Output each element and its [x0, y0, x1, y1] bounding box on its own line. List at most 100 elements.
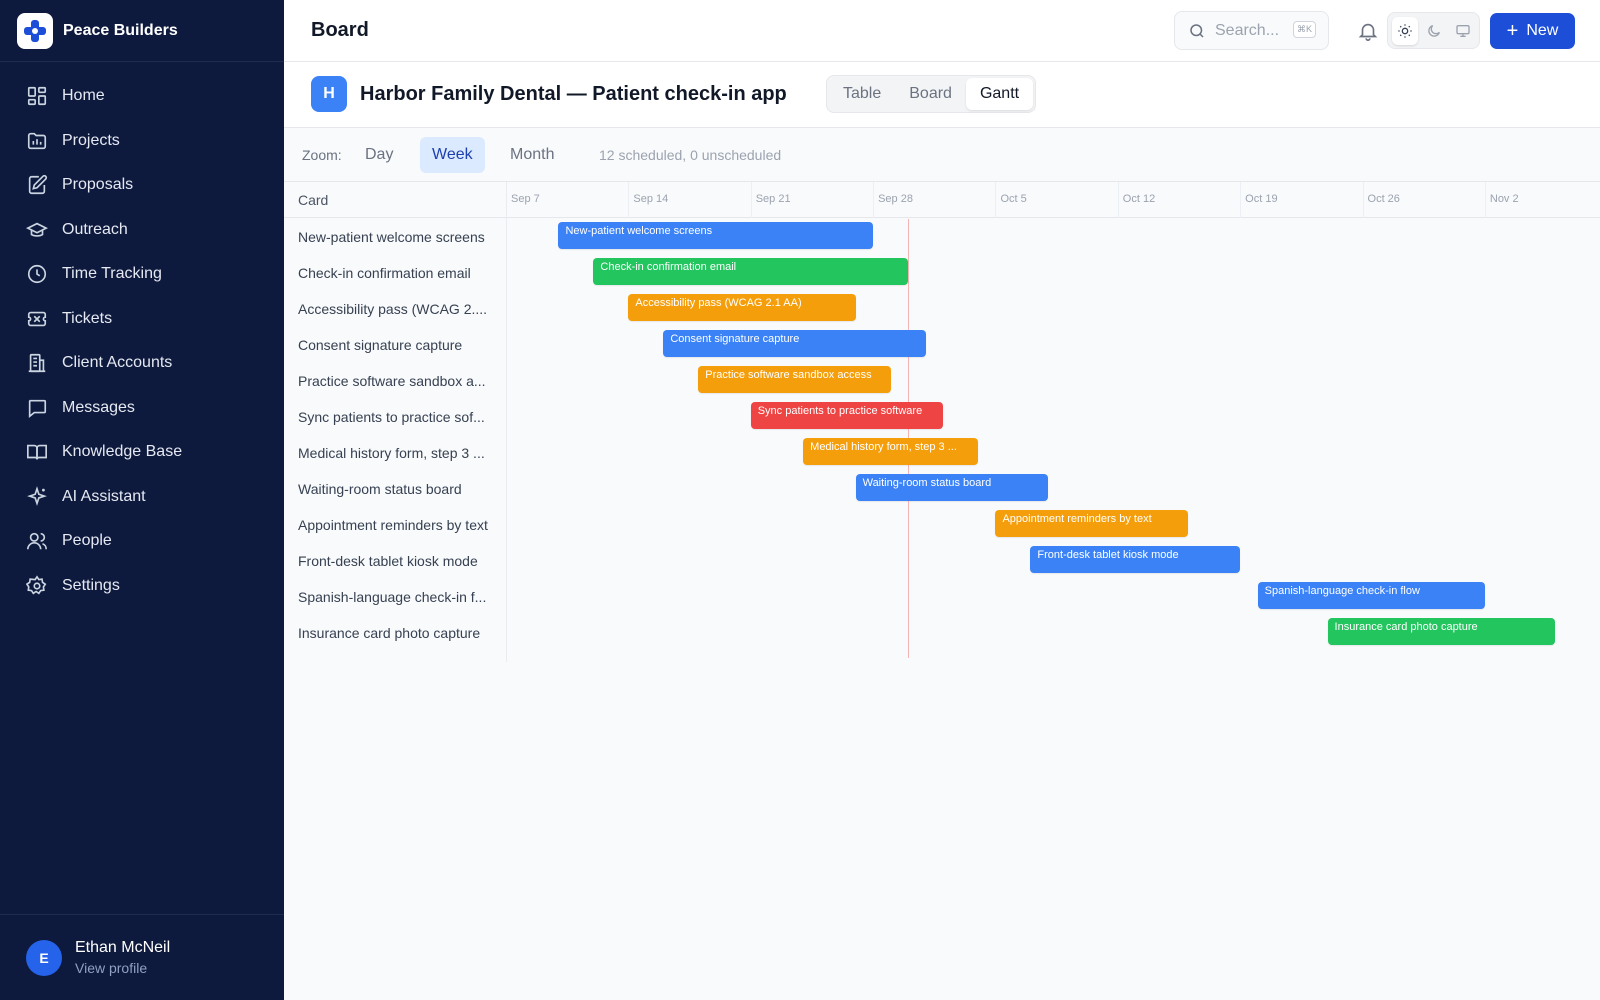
- sidebar-item-tickets[interactable]: Tickets: [0, 297, 284, 342]
- gantt-bar[interactable]: Spanish-language check-in flow: [1257, 582, 1485, 609]
- tab-board[interactable]: Board: [895, 78, 966, 110]
- view-profile-link[interactable]: View profile: [75, 960, 170, 976]
- sidebar-item-label: Tickets: [62, 309, 113, 327]
- schedule-status: 12 scheduled, 0 unscheduled: [599, 147, 782, 163]
- week-gridline: [873, 182, 875, 218]
- moon-icon: [1428, 24, 1440, 37]
- sidebar-item-knowledge-base[interactable]: Knowledge Base: [0, 430, 284, 475]
- zoom-week-button[interactable]: Week: [420, 137, 485, 173]
- task-row-label[interactable]: Appointment reminders by text: [298, 507, 498, 543]
- sidebar-item-label: Projects: [62, 131, 120, 149]
- gear-icon: [26, 575, 47, 595]
- sidebar-item-outreach[interactable]: Outreach: [0, 208, 284, 253]
- week-label: Sep 14: [633, 193, 669, 205]
- task-row-label[interactable]: Insurance card photo capture: [298, 615, 498, 651]
- task-row-label[interactable]: Accessibility pass (WCAG 2....: [298, 291, 498, 327]
- task-row-label[interactable]: Spanish-language check-in f...: [298, 579, 498, 615]
- bell-icon[interactable]: [1357, 20, 1379, 42]
- gantt-bar[interactable]: New-patient welcome screens: [558, 222, 874, 249]
- zoom-day-button[interactable]: Day: [353, 137, 405, 173]
- week-label: Oct 26: [1367, 193, 1400, 205]
- week-label: Oct 5: [1000, 193, 1027, 205]
- project-bar: H Harbor Family Dental — Patient check-i…: [284, 62, 1600, 128]
- search-shortcut: ⌘K: [1292, 21, 1316, 38]
- sidebar-item-proposals[interactable]: Proposals: [0, 163, 284, 208]
- gantt-bar[interactable]: Check-in confirmation email: [593, 258, 909, 285]
- sidebar-item-label: AI Assistant: [62, 487, 146, 505]
- zoom-month-button[interactable]: Month: [498, 137, 566, 173]
- week-label: Oct 12: [1122, 193, 1156, 205]
- sidebar-item-label: Messages: [62, 398, 135, 416]
- sidebar-item-time-tracking[interactable]: Time Tracking: [0, 252, 284, 297]
- gantt-header: Card Sep 7 Sep 14 Sep 21 Sep 28 Oct 5 Oct 12 O…: [284, 182, 1600, 218]
- page-title: Board: [311, 19, 369, 41]
- sidebar-item-projects[interactable]: Projects: [0, 119, 284, 164]
- task-row-label[interactable]: Medical history form, step 3 ...: [298, 435, 498, 471]
- ticket-icon: [27, 311, 47, 326]
- top-header: Board Search... ⌘K + New: [284, 0, 1600, 62]
- sidebar-item-label: People: [62, 532, 112, 550]
- task-row-label[interactable]: Consent signature capture: [298, 327, 498, 363]
- people-icon: [27, 533, 47, 550]
- gantt-chart: Card Sep 7 Sep 14 Sep 21 Sep 28 Oct 5 Oct 12 O…: [284, 182, 1600, 1000]
- new-button[interactable]: + New: [1490, 13, 1575, 49]
- week-gridline: [628, 182, 630, 218]
- plus-icon: +: [1506, 20, 1519, 42]
- project-title: Harbor Family Dental — Patient check-in …: [360, 83, 787, 105]
- sparkle-icon: [27, 485, 47, 506]
- gantt-bar[interactable]: Insurance card photo capture: [1327, 618, 1555, 645]
- brand-logo-icon: [17, 12, 53, 49]
- brand[interactable]: Peace Builders: [0, 0, 284, 62]
- gantt-bar[interactable]: Front-desk tablet kiosk mode: [1030, 546, 1241, 573]
- sidebar-item-label: Time Tracking: [62, 265, 162, 283]
- sidebar-item-people[interactable]: People: [0, 519, 284, 564]
- gantt-bar[interactable]: Medical history form, step 3 ...: [803, 438, 978, 465]
- week-label: Sep 21: [755, 193, 791, 205]
- light-theme-button[interactable]: [1392, 16, 1418, 45]
- task-row-label[interactable]: Check-in confirmation email: [298, 255, 498, 291]
- book-icon: [27, 445, 47, 460]
- gantt-bar[interactable]: Accessibility pass (WCAG 2.1 AA): [628, 294, 856, 321]
- search-input[interactable]: Search... ⌘K: [1174, 11, 1329, 50]
- card-column-header: Card: [298, 192, 329, 208]
- gantt-bar[interactable]: Appointment reminders by text: [995, 510, 1188, 537]
- task-row-label[interactable]: Front-desk tablet kiosk mode: [298, 543, 498, 579]
- gantt-bar[interactable]: Sync patients to practice software: [750, 402, 943, 429]
- search-icon: [1190, 23, 1204, 38]
- task-row-label[interactable]: Sync patients to practice sof...: [298, 399, 498, 435]
- sidebar-item-home[interactable]: Home: [0, 74, 284, 119]
- gantt-bar[interactable]: Waiting-room status board: [855, 474, 1048, 501]
- week-label: Sep 28: [878, 193, 913, 205]
- outreach-icon: [26, 222, 48, 237]
- task-row-label[interactable]: New-patient welcome screens: [298, 219, 498, 255]
- monitor-icon: [1456, 24, 1470, 37]
- system-theme-button[interactable]: [1450, 17, 1476, 45]
- avatar: E: [26, 939, 62, 976]
- profile-name: Ethan McNeil: [75, 939, 171, 956]
- week-gridline: [1484, 182, 1486, 218]
- task-row-label[interactable]: Practice software sandbox a...: [298, 363, 498, 399]
- sidebar-item-client-accounts[interactable]: Client Accounts: [0, 341, 284, 386]
- task-row-label[interactable]: Waiting-room status board: [298, 471, 498, 507]
- clock-icon: [27, 265, 47, 284]
- message-icon: [28, 399, 47, 418]
- zoom-bar: Zoom: Day Week Month 12 scheduled, 0 uns…: [284, 128, 1600, 182]
- sidebar-item-messages[interactable]: Messages: [0, 386, 284, 431]
- building-icon: [28, 354, 46, 373]
- tab-table[interactable]: Table: [829, 78, 895, 110]
- user-profile[interactable]: E Ethan McNeil View profile: [0, 914, 284, 1000]
- gantt-bar[interactable]: Consent signature capture: [663, 330, 926, 357]
- week-gridline: [1362, 182, 1364, 218]
- sidebar-item-ai-assistant[interactable]: AI Assistant: [0, 475, 284, 520]
- dark-theme-button[interactable]: [1421, 17, 1447, 45]
- projects-icon: [27, 132, 47, 149]
- gantt-bar[interactable]: Practice software sandbox access: [698, 366, 891, 393]
- week-label: Sep 7: [511, 193, 540, 205]
- theme-toggle: [1387, 12, 1480, 49]
- week-gridline: [1117, 182, 1119, 218]
- sidebar: Peace Builders Home Projects Proposals O…: [0, 0, 284, 1000]
- sidebar-item-settings[interactable]: Settings: [0, 564, 284, 609]
- tab-gantt[interactable]: Gantt: [965, 78, 1034, 110]
- sidebar-item-label: Settings: [62, 576, 120, 594]
- search-placeholder: Search...: [1215, 21, 1280, 39]
